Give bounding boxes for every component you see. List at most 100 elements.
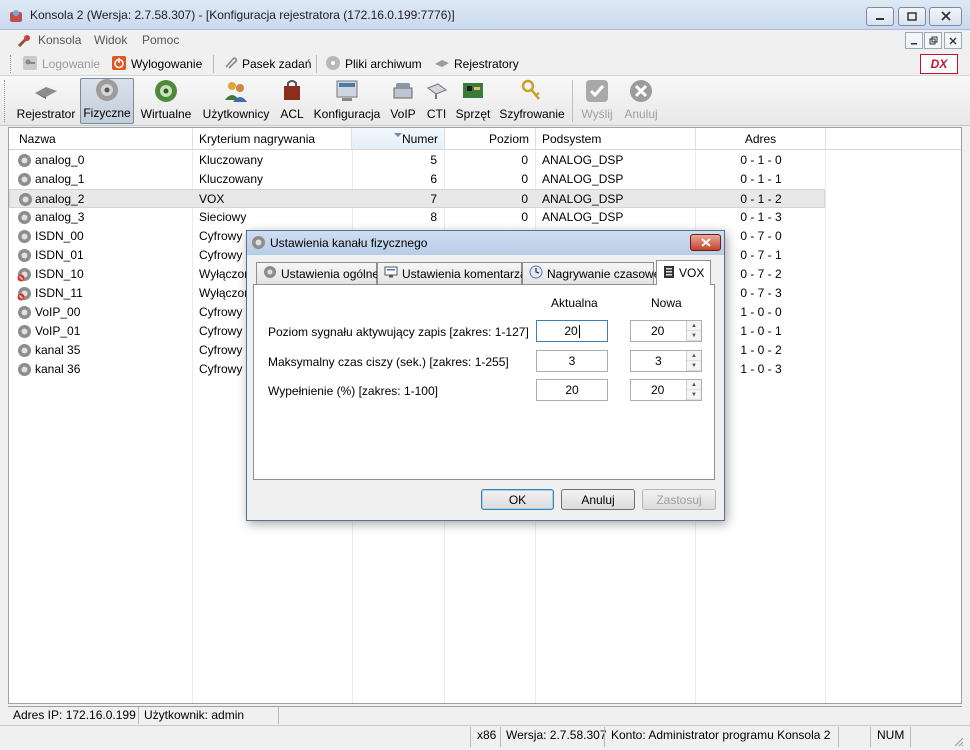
menu-pomoc[interactable]: Pomoc: [142, 33, 179, 47]
cancel-toolbar-button[interactable]: Anuluj: [622, 78, 660, 124]
tool-acl-button[interactable]: ACL: [277, 78, 307, 124]
recorder-icon: [434, 55, 450, 74]
column-header-level[interactable]: Poziom: [445, 128, 536, 150]
logout-button[interactable]: Wylogowanie: [111, 52, 202, 76]
tool-configuration-button[interactable]: Konfiguracja: [311, 78, 383, 124]
spin-down-icon[interactable]: ▼: [687, 361, 701, 371]
status-separator: [138, 707, 139, 724]
fill-new-stepper[interactable]: 20 ▲ ▼: [630, 379, 702, 401]
mdi-close-button[interactable]: [944, 32, 962, 49]
mdi-minimize-button[interactable]: [905, 32, 923, 49]
maximize-button[interactable]: [898, 7, 926, 26]
tab-timed-recording[interactable]: Nagrywanie czasowe: [522, 262, 660, 284]
signal-level-new-stepper[interactable]: 20 ▲ ▼: [630, 320, 702, 342]
close-icon: [940, 10, 951, 24]
cell-criterion: Cyfrowy: [199, 305, 243, 319]
spin-down-icon[interactable]: ▼: [687, 390, 701, 400]
channel-speaker-icon: [17, 153, 32, 168]
cell-address: 0 - 1 - 3: [740, 210, 782, 224]
configuration-icon: [334, 78, 360, 104]
close-icon: [700, 236, 711, 250]
cancel-button[interactable]: Anuluj: [561, 489, 635, 510]
comment-screen-icon: [384, 266, 398, 281]
spin-up-icon[interactable]: ▲: [687, 351, 701, 361]
spin-up-icon[interactable]: ▲: [687, 321, 701, 331]
cell-level: 0: [521, 153, 528, 167]
max-silence-current-input[interactable]: 3: [536, 350, 608, 372]
checkmark-icon: [584, 78, 610, 104]
dialog-close-button[interactable]: [690, 234, 721, 251]
ok-button[interactable]: OK: [481, 489, 554, 510]
tool-cti-button[interactable]: CTI: [423, 78, 450, 124]
cell-name: ISDN_11: [35, 286, 83, 300]
recorders-button[interactable]: Rejestratory: [434, 52, 519, 76]
table-row-selected[interactable]: analog_2 VOX 7 0 ANALOG_DSP 0 - 1 - 2: [9, 189, 825, 208]
spin-down-icon[interactable]: ▼: [687, 331, 701, 341]
cti-icon: [424, 78, 450, 104]
max-silence-new-stepper[interactable]: 3 ▲ ▼: [630, 350, 702, 372]
column-label-current: Aktualna: [551, 296, 598, 310]
channel-speaker-icon: [17, 172, 32, 187]
column-header-number[interactable]: Numer: [352, 128, 445, 150]
menu-widok[interactable]: Widok: [94, 33, 127, 47]
tool-wirtualne-label: Wirtualne: [140, 107, 192, 121]
send-button[interactable]: Wyślij: [578, 78, 616, 124]
tool-voip-button[interactable]: VoIP: [388, 78, 418, 124]
table-row[interactable]: analog_0 Kluczowany 5 0 ANALOG_DSP 0 - 1…: [9, 151, 825, 170]
column-header-name[interactable]: Nazwa: [9, 128, 193, 150]
spin-buttons[interactable]: ▲ ▼: [686, 380, 701, 400]
menu-konsola[interactable]: Konsola: [38, 33, 81, 47]
cell-address: 0 - 1 - 2: [740, 192, 782, 206]
column-header-address[interactable]: Adres: [696, 128, 826, 150]
minimize-button[interactable]: [866, 7, 894, 26]
tool-fizyczne-button[interactable]: Fizyczne: [80, 78, 134, 124]
cell-number: 7: [430, 192, 437, 206]
status-arch: x86: [477, 728, 497, 742]
cell-name: kanal 35: [35, 343, 81, 357]
cell-name: analog_0: [35, 153, 85, 167]
fill-current-input[interactable]: 20: [536, 379, 608, 401]
cell-address: 0 - 1 - 0: [740, 153, 782, 167]
acl-icon: [279, 78, 305, 104]
table-row[interactable]: analog_1 Kluczowany 6 0 ANALOG_DSP 0 - 1…: [9, 170, 825, 189]
spin-up-icon[interactable]: ▲: [687, 380, 701, 390]
tool-hardware-button[interactable]: Sprzęt: [455, 78, 491, 124]
taskbar-button[interactable]: Pasek zadań: [222, 52, 311, 76]
login-button[interactable]: Logowanie: [22, 52, 100, 76]
column-header-subsystem[interactable]: Podsystem: [536, 128, 696, 150]
clock-icon: [529, 265, 543, 282]
tab-general-settings[interactable]: Ustawienia ogólne: [256, 262, 379, 284]
toolbar-separator: [316, 55, 317, 73]
tab-vox[interactable]: VOX: [656, 260, 711, 285]
cell-address: 0 - 1 - 1: [740, 172, 782, 186]
cell-criterion: Sieciowy: [199, 210, 247, 224]
disc-icon: [325, 55, 341, 74]
cell-criterion: Kluczowany: [199, 153, 264, 167]
toolbar-separator: [213, 55, 214, 73]
tool-wirtualne-button[interactable]: Wirtualne: [138, 78, 194, 124]
spin-buttons[interactable]: ▲ ▼: [686, 351, 701, 371]
spin-buttons[interactable]: ▲ ▼: [686, 321, 701, 341]
mdi-restore-button[interactable]: [924, 32, 942, 49]
vox-meter-icon: [663, 265, 675, 282]
recorder-icon: [33, 78, 59, 104]
column-header-filler: [826, 128, 961, 150]
channel-disabled-icon: [17, 286, 32, 301]
column-label-new: Nowa: [651, 296, 682, 310]
tool-encryption-label: Szyfrowanie: [499, 107, 565, 121]
tool-encryption-button[interactable]: Szyfrowanie: [497, 78, 567, 124]
apply-button[interactable]: Zastosuj: [642, 489, 716, 510]
signal-level-current-input[interactable]: 20: [536, 320, 608, 342]
send-label: Wyślij: [581, 107, 613, 121]
cell-level: 0: [521, 210, 528, 224]
resize-grip-icon[interactable]: [952, 735, 964, 750]
tab-comment-settings[interactable]: Ustawienia komentarza: [377, 262, 527, 284]
tool-users-button[interactable]: Użytkownicy: [199, 78, 273, 124]
table-row[interactable]: analog_3 Sieciowy 8 0 ANALOG_DSP 0 - 1 -…: [9, 208, 825, 227]
close-button[interactable]: [929, 7, 962, 26]
tool-rejestrator-label: Rejestrator: [16, 107, 76, 121]
tool-rejestrator-button[interactable]: Rejestrator: [14, 78, 78, 124]
tool-cti-label: CTI: [426, 107, 447, 121]
archive-files-button[interactable]: Pliki archiwum: [325, 52, 422, 76]
column-header-criterion[interactable]: Kryterium nagrywania: [193, 128, 352, 150]
